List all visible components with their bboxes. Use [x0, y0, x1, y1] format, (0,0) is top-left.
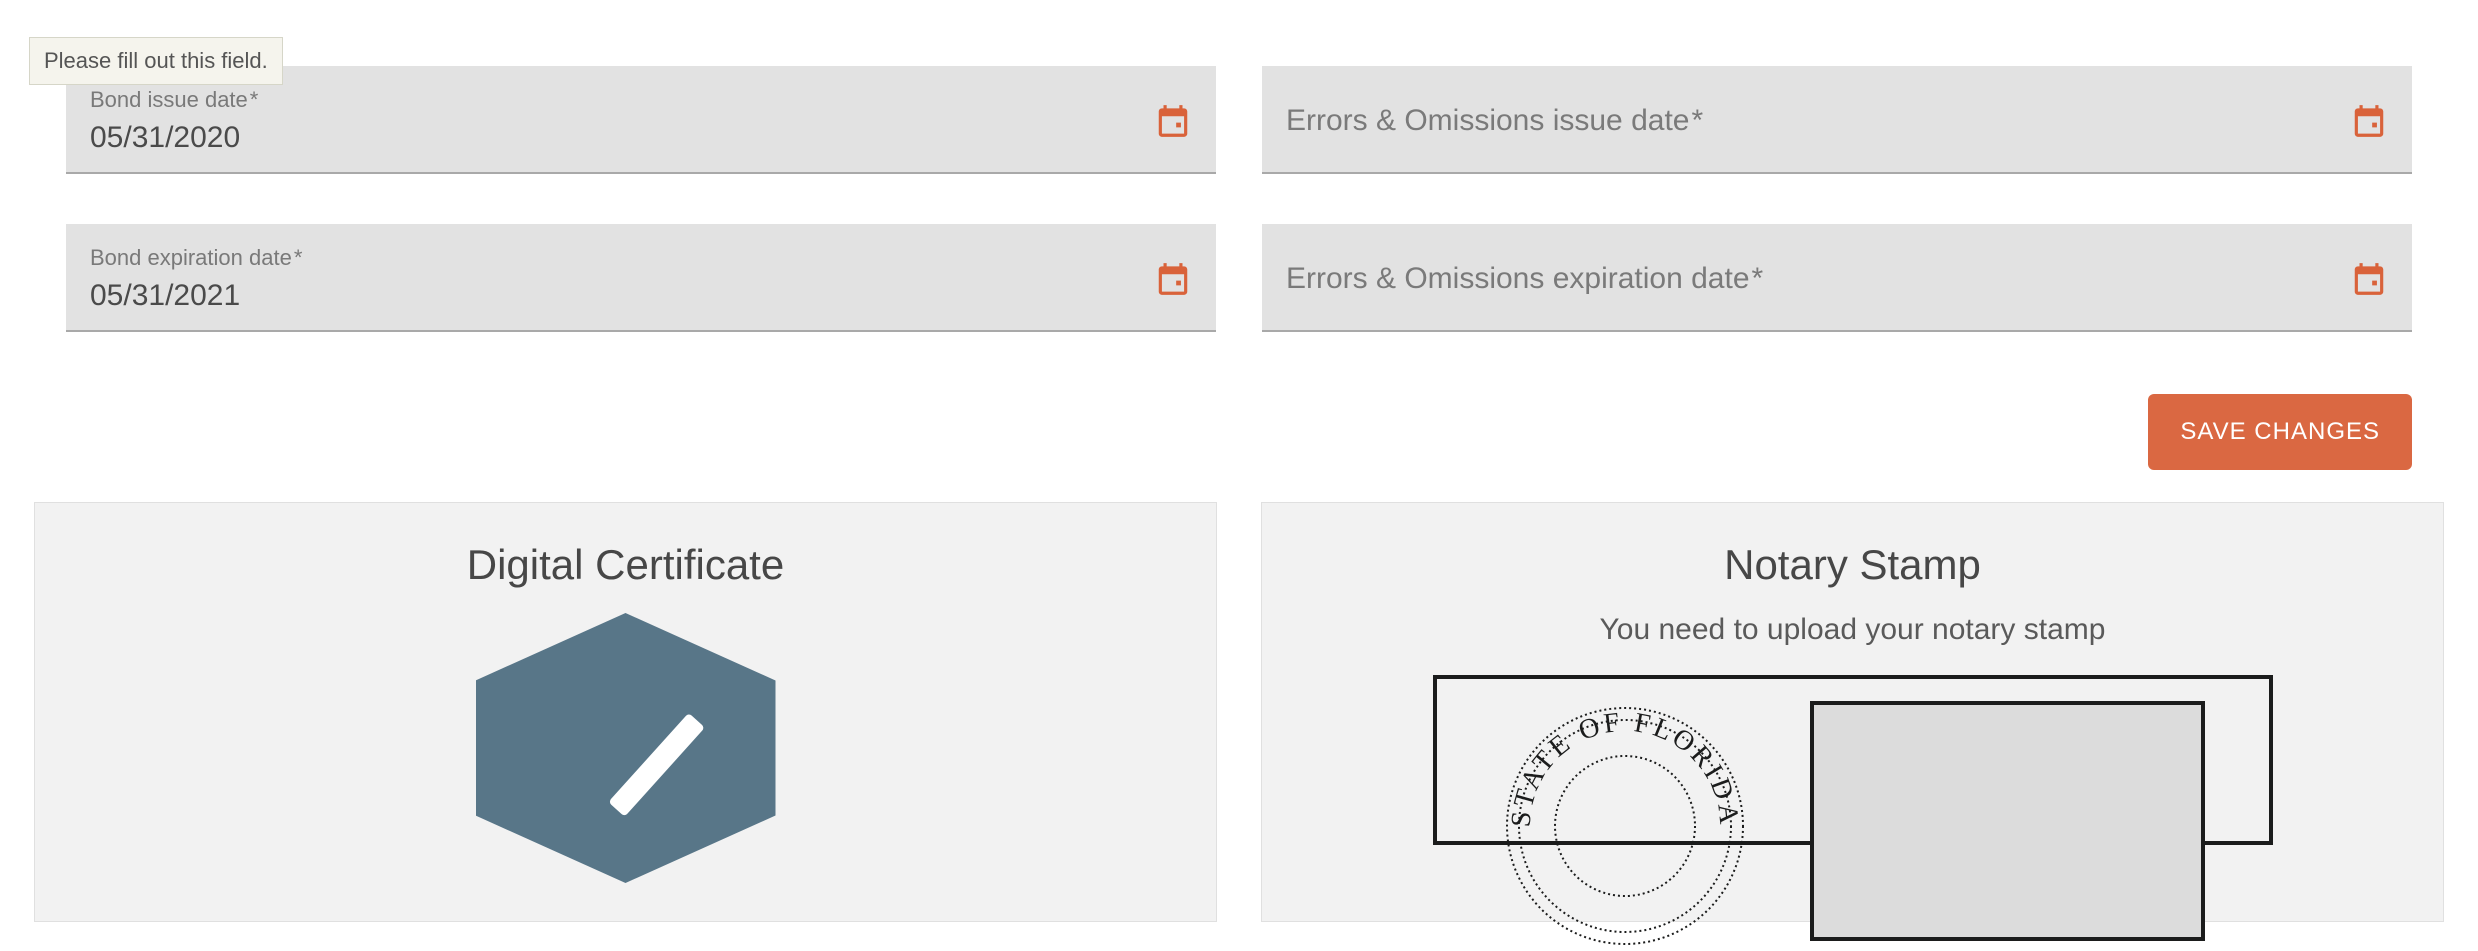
seal-text: STATE OF FLORIDA — [1506, 707, 1745, 829]
pencil-icon — [608, 713, 705, 817]
calendar-icon[interactable] — [1154, 260, 1192, 298]
digital-certificate-panel: Digital Certificate — [34, 502, 1217, 922]
bond-expiration-date-value[interactable]: 05/31/2021 — [90, 279, 1134, 313]
info-panels: Digital Certificate Notary Stamp You nee… — [0, 502, 2478, 922]
eo-expiration-date-label: Errors & Omissions expiration date* — [1286, 262, 1763, 295]
calendar-icon[interactable] — [2350, 102, 2388, 140]
eo-issue-date-field[interactable]: Errors & Omissions issue date* — [1262, 66, 2412, 174]
bond-issue-date-value[interactable]: 05/31/2020 — [90, 121, 1134, 155]
calendar-icon[interactable] — [1154, 102, 1192, 140]
label-text: Bond issue date — [90, 87, 248, 112]
eo-issue-date-label: Errors & Omissions issue date* — [1286, 104, 1703, 137]
calendar-icon[interactable] — [2350, 260, 2388, 298]
svg-text:STATE OF FLORIDA: STATE OF FLORIDA — [1506, 707, 1745, 829]
eo-expiration-date-field[interactable]: Errors & Omissions expiration date* — [1262, 224, 2412, 332]
required-mark: * — [294, 245, 303, 270]
required-mark: * — [1752, 262, 1764, 295]
form-grid: Bond issue date* 05/31/2020 Errors & Omi… — [0, 0, 2478, 332]
required-mark: * — [1691, 104, 1703, 137]
required-mark: * — [250, 87, 259, 112]
notary-stamp-subtext: You need to upload your notary stamp — [1302, 613, 2403, 647]
digital-certificate-title: Digital Certificate — [75, 541, 1176, 589]
bond-issue-date-label: Bond issue date* — [90, 87, 1134, 113]
hexagon-badge-icon — [476, 613, 776, 883]
actions-row: SAVE CHANGES — [0, 332, 2478, 502]
notary-stamp-title: Notary Stamp — [1302, 541, 2403, 589]
save-changes-button[interactable]: SAVE CHANGES — [2148, 394, 2412, 470]
bond-expiration-date-label: Bond expiration date* — [90, 245, 1134, 271]
notary-stamp-panel: Notary Stamp You need to upload your not… — [1261, 502, 2444, 922]
seal-icon: STATE OF FLORIDA — [1500, 701, 1750, 951]
bond-expiration-date-field[interactable]: Bond expiration date* 05/31/2021 — [66, 224, 1216, 332]
signature-box[interactable] — [1810, 701, 2205, 941]
validation-tooltip: Please fill out this field. — [29, 37, 283, 85]
certificate-illustration — [75, 613, 1176, 883]
label-text: Errors & Omissions issue date — [1286, 104, 1689, 137]
label-text: Bond expiration date — [90, 245, 292, 270]
label-text: Errors & Omissions expiration date — [1286, 262, 1750, 295]
